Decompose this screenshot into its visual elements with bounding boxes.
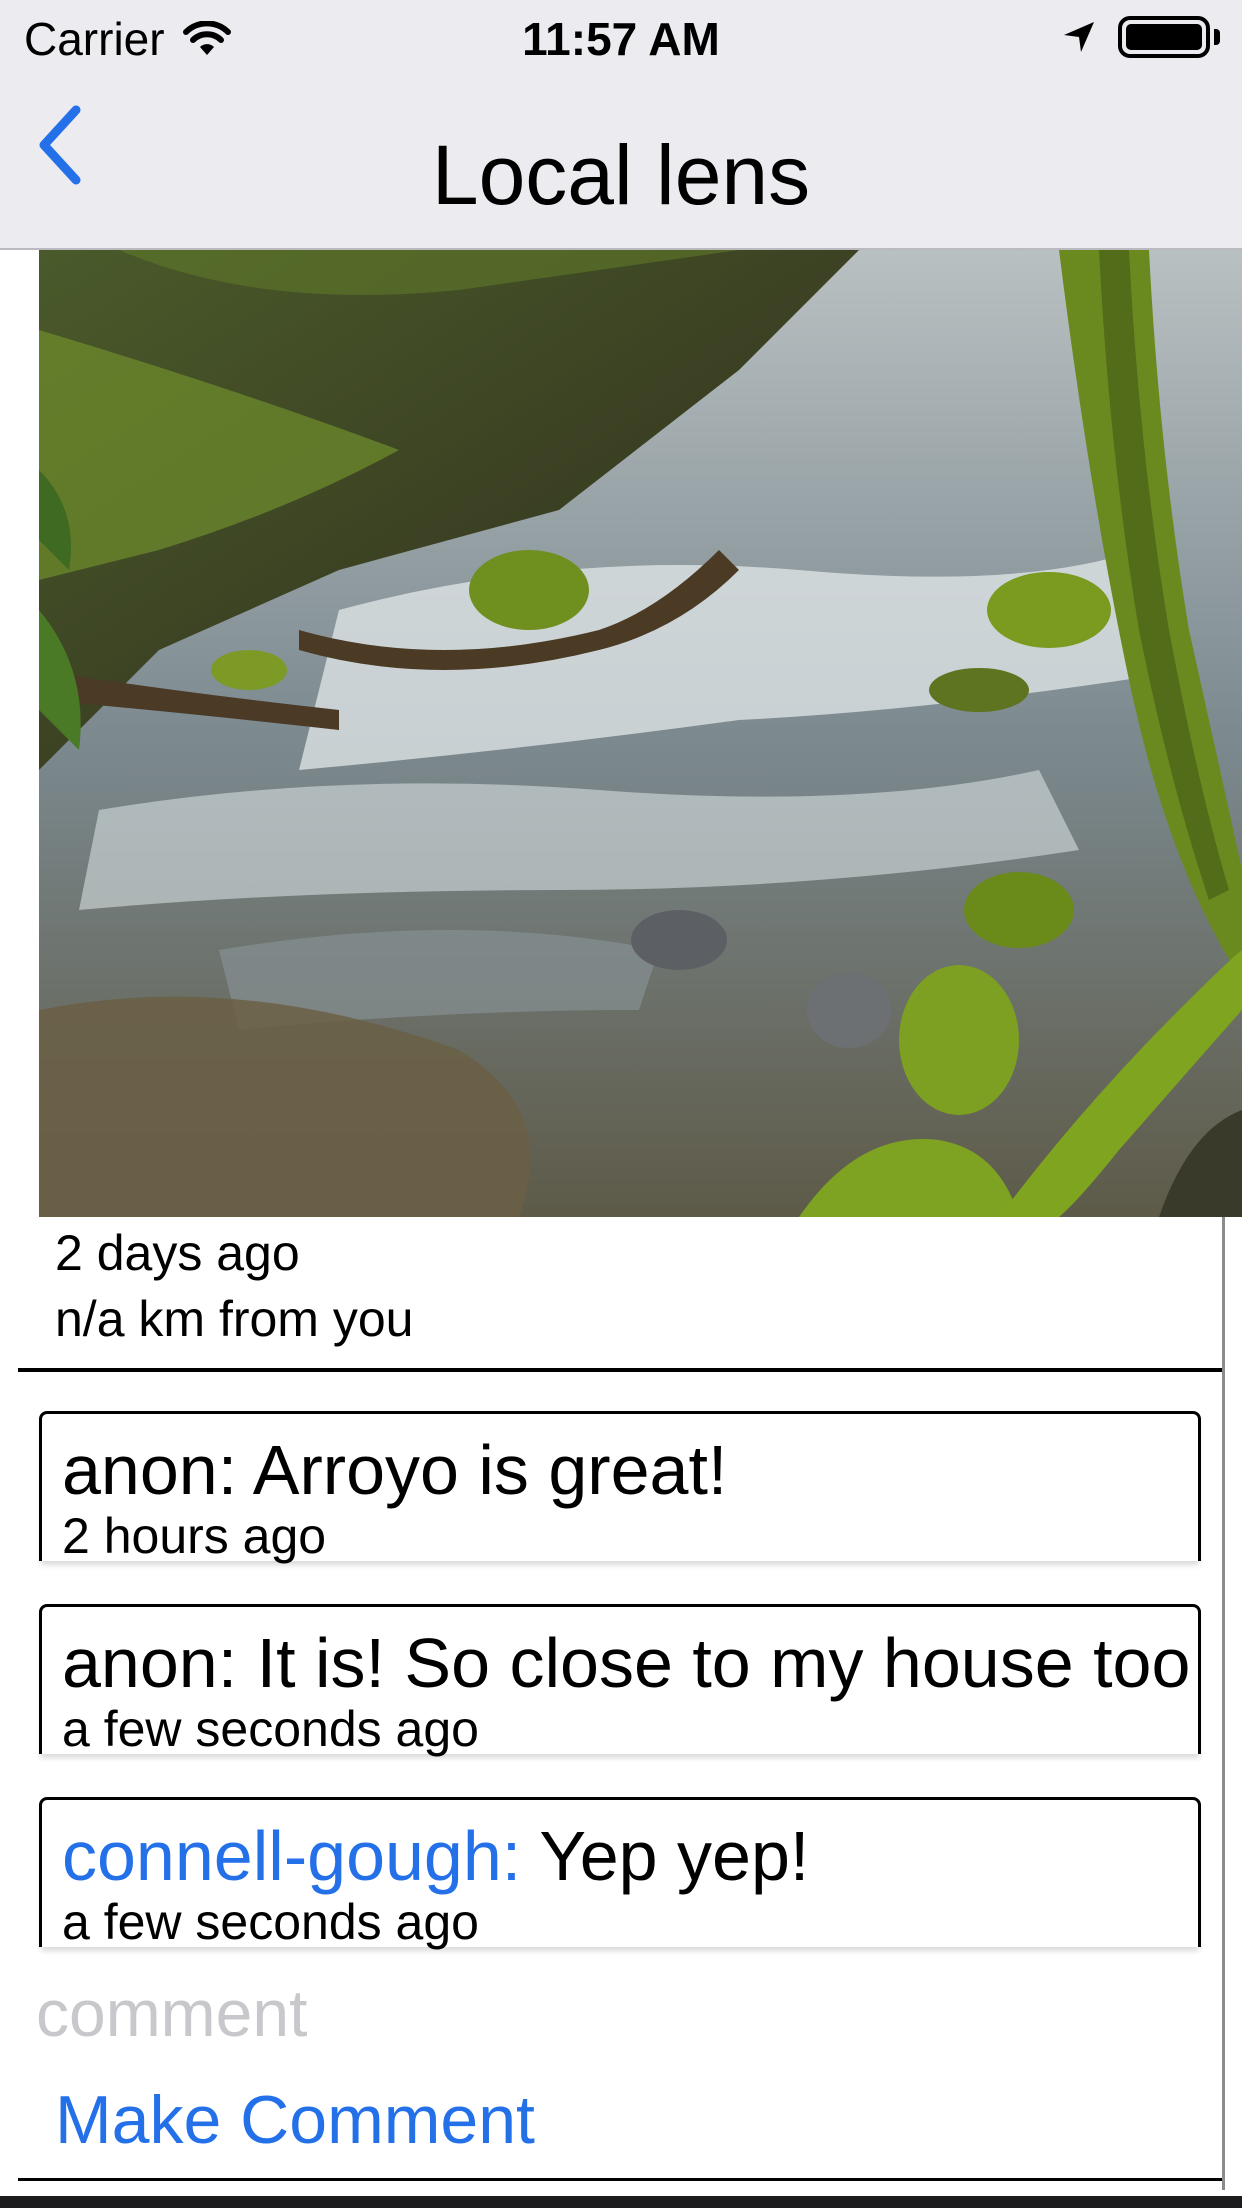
comment-card: connell-gough: Yep yep! a few seconds ag… (39, 1797, 1201, 1950)
comment-author-link[interactable]: connell-gough: (62, 1817, 521, 1895)
creek-image (39, 250, 1242, 1217)
comment-time: a few seconds ago (62, 1894, 479, 1950)
post-age: 2 days ago (55, 1225, 300, 1281)
screen: Carrier 11:57 AM Local lens 2 days ago n… (0, 0, 1242, 2208)
comment-body: Arroyo is great! (237, 1431, 728, 1509)
post-meta: 2 days ago n/a km from you (55, 1220, 413, 1352)
divider (18, 2178, 1222, 2181)
comment-text: anon: Arroyo is great! (62, 1428, 727, 1512)
post-distance: n/a km from you (55, 1291, 414, 1347)
comment-card: anon: Arroyo is great! 2 hours ago (39, 1411, 1201, 1564)
battery-icon (1118, 16, 1210, 58)
comment-author: anon: (62, 1624, 238, 1702)
comment-body: It is! So close to my house too (237, 1624, 1191, 1702)
post-photo (39, 250, 1242, 1217)
comment-author: anon: (62, 1431, 238, 1509)
divider (18, 1368, 1222, 1372)
location-arrow-icon (1064, 22, 1094, 52)
bottom-edge (0, 2196, 1242, 2208)
comment-body: Yep yep! (521, 1817, 810, 1895)
comment-time: a few seconds ago (62, 1701, 479, 1757)
comment-text: anon: It is! So close to my house too (62, 1621, 1190, 1705)
make-comment-button[interactable]: Make Comment (55, 2080, 535, 2160)
status-right-icons (1062, 16, 1220, 58)
status-time: 11:57 AM (522, 13, 720, 65)
page-title: Local lens (431, 128, 811, 222)
comment-input[interactable] (36, 1968, 1196, 2058)
comment-time: 2 hours ago (62, 1508, 327, 1564)
navigation-bar: Carrier 11:57 AM Local lens (0, 0, 1242, 250)
comment-text: connell-gough: Yep yep! (62, 1814, 809, 1898)
comment-card: anon: It is! So close to my house too a … (39, 1604, 1201, 1757)
